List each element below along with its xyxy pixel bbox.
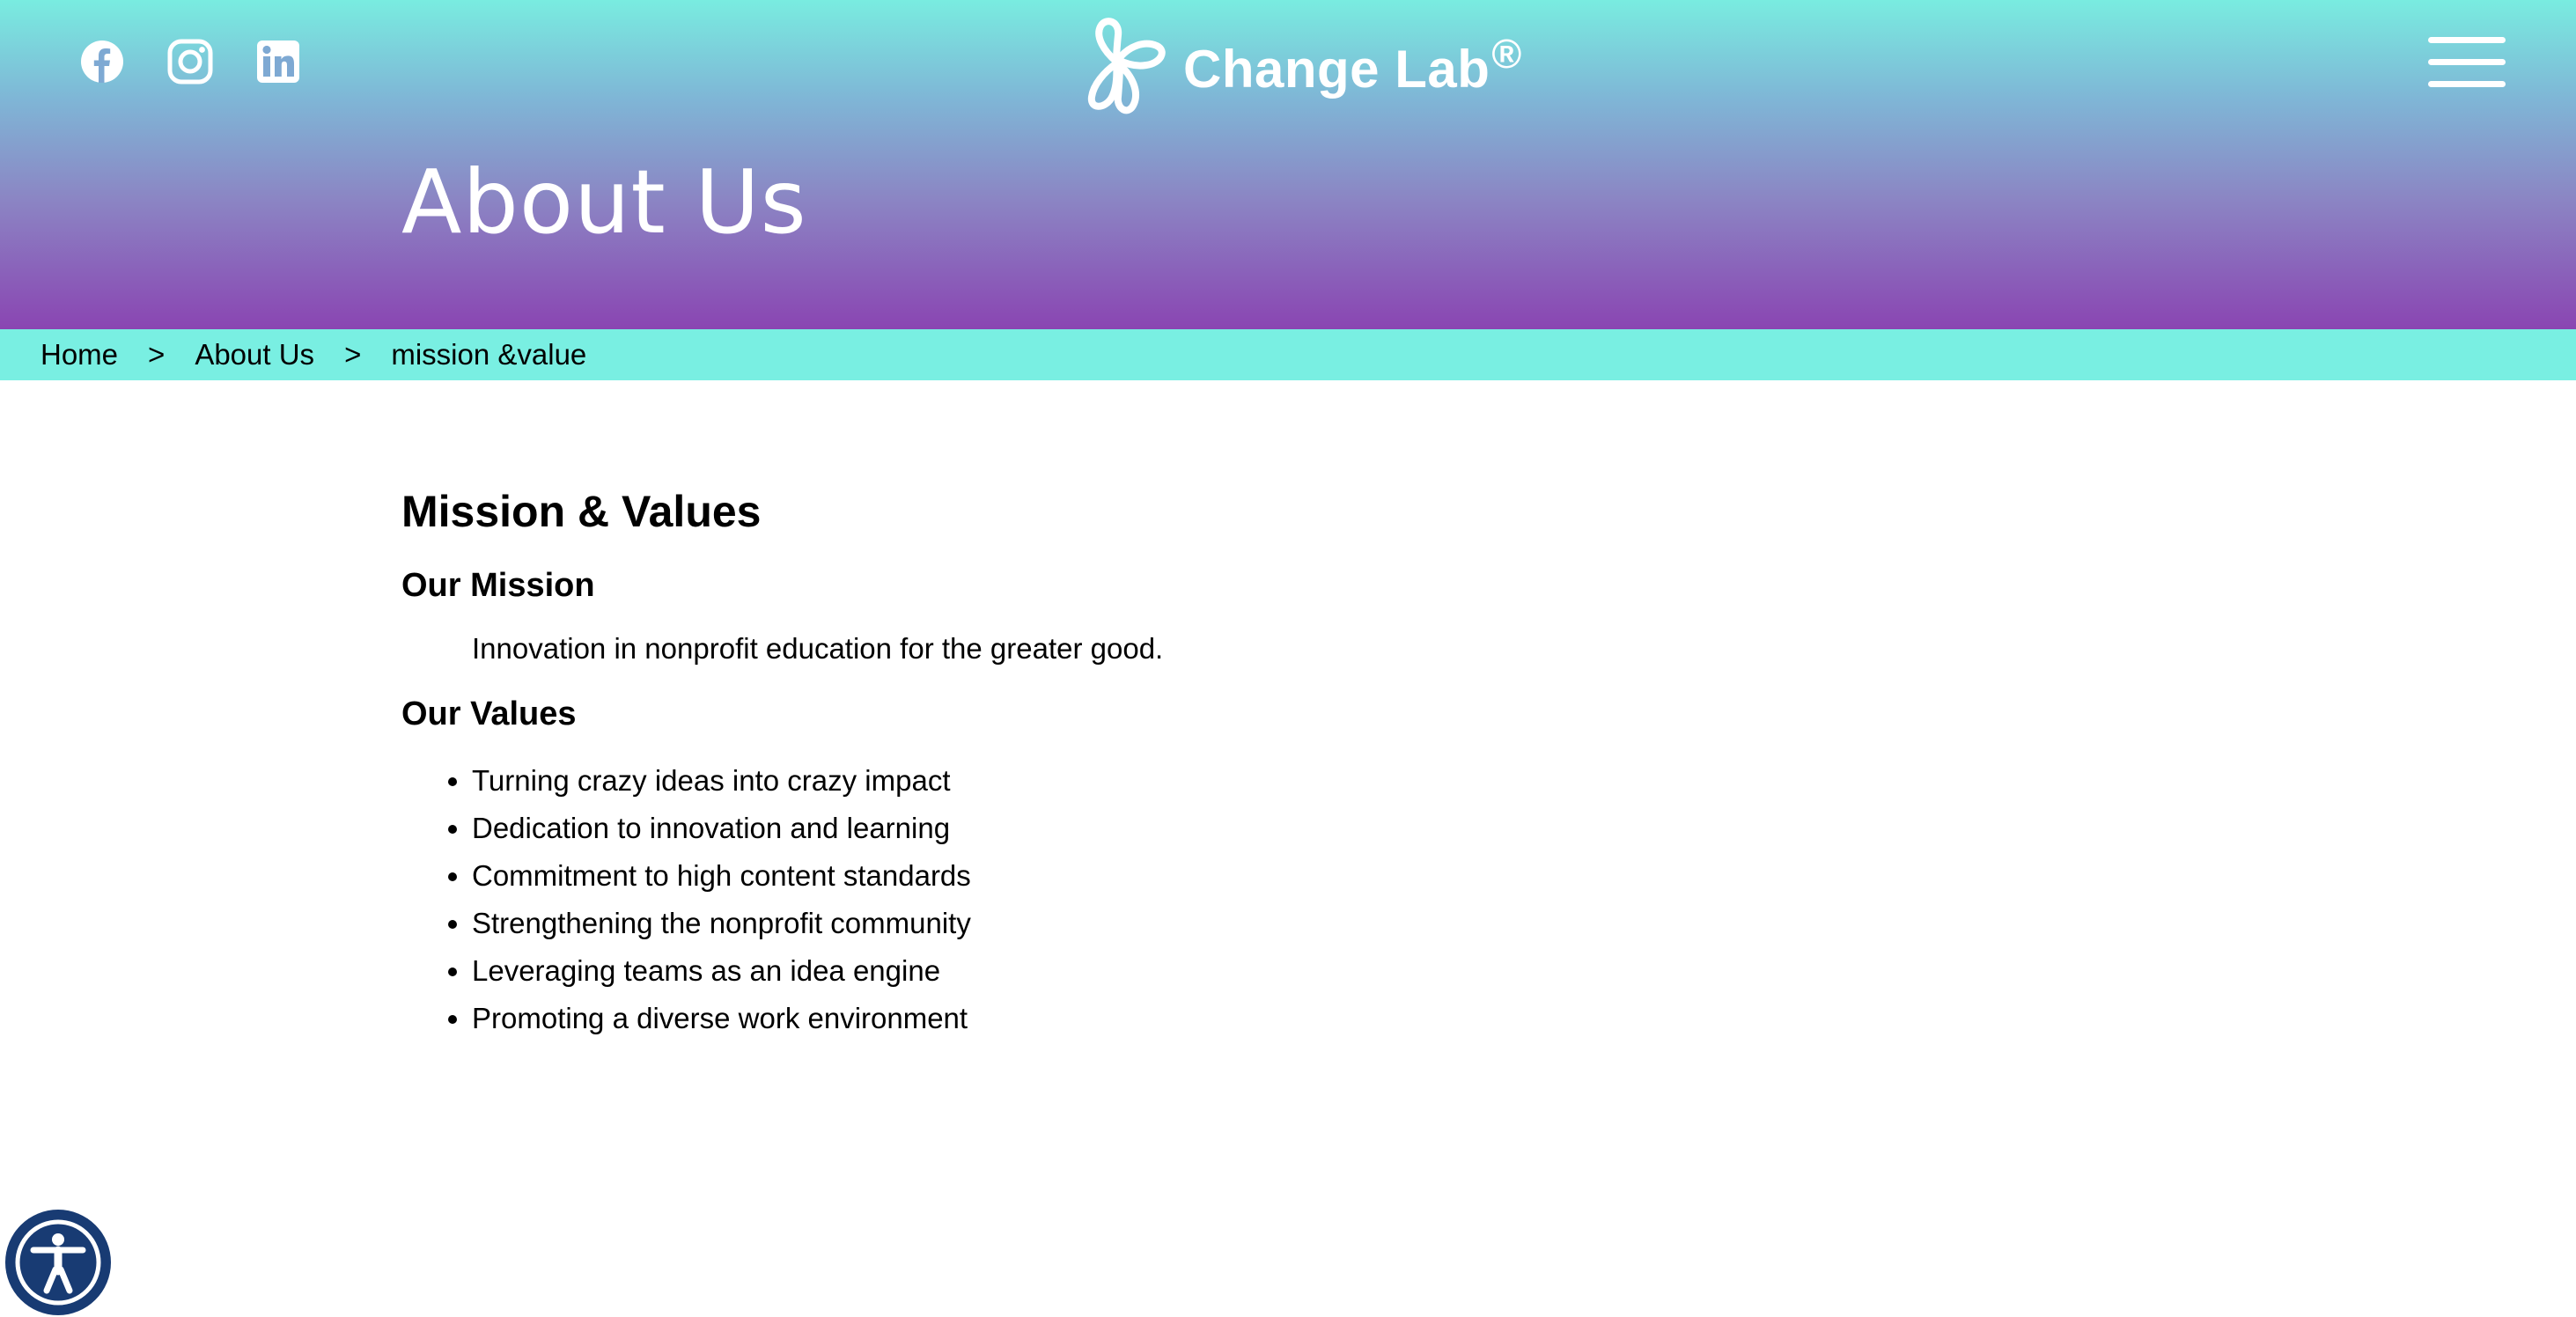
linkedin-link[interactable] [254, 37, 303, 86]
hamburger-line [2428, 59, 2506, 65]
instagram-icon [167, 39, 213, 85]
breadcrumb-separator: > [344, 338, 362, 371]
facebook-icon [81, 40, 123, 83]
breadcrumb: Home > About Us > mission &value [0, 329, 2576, 380]
registered-mark: ® [1491, 30, 1522, 77]
instagram-link[interactable] [166, 37, 215, 86]
breadcrumb-about-us[interactable]: About Us [195, 338, 314, 372]
breadcrumb-home[interactable]: Home [40, 338, 118, 372]
values-list: Turning crazy ideas into crazy impact De… [401, 757, 2162, 1042]
mission-heading: Our Mission [401, 567, 595, 604]
butterfly-logo-icon [1087, 18, 1166, 114]
value-item: Strengthening the nonprofit community [472, 900, 2162, 947]
value-item: Commitment to high content standards [472, 852, 2162, 900]
hamburger-line [2428, 37, 2506, 43]
value-item: Leveraging teams as an idea engine [472, 947, 2162, 995]
value-item: Turning crazy ideas into crazy impact [472, 757, 2162, 805]
accessibility-button[interactable] [5, 1210, 111, 1315]
site-header: Change Lab® About Us [0, 0, 2576, 329]
page-title: About Us [401, 151, 807, 254]
hamburger-menu-icon[interactable] [2428, 35, 2506, 90]
logo-link[interactable]: Change Lab® [1072, 12, 1522, 118]
section-heading: Mission & Values [401, 487, 762, 536]
breadcrumb-current: mission &value [391, 338, 587, 371]
linkedin-icon [257, 40, 299, 83]
hamburger-line [2428, 81, 2506, 87]
value-item: Promoting a diverse work environment [472, 995, 2162, 1042]
main-content: Mission & Values Our Mission Innovation … [401, 482, 2162, 1042]
values-heading: Our Values [401, 695, 577, 732]
facebook-link[interactable] [77, 37, 127, 86]
mission-text: Innovation in nonprofit education for th… [472, 632, 1164, 665]
breadcrumb-separator: > [148, 338, 166, 371]
accessibility-icon [9, 1213, 107, 1312]
logo-text: Change Lab® [1183, 30, 1522, 99]
value-item: Dedication to innovation and learning [472, 805, 2162, 852]
